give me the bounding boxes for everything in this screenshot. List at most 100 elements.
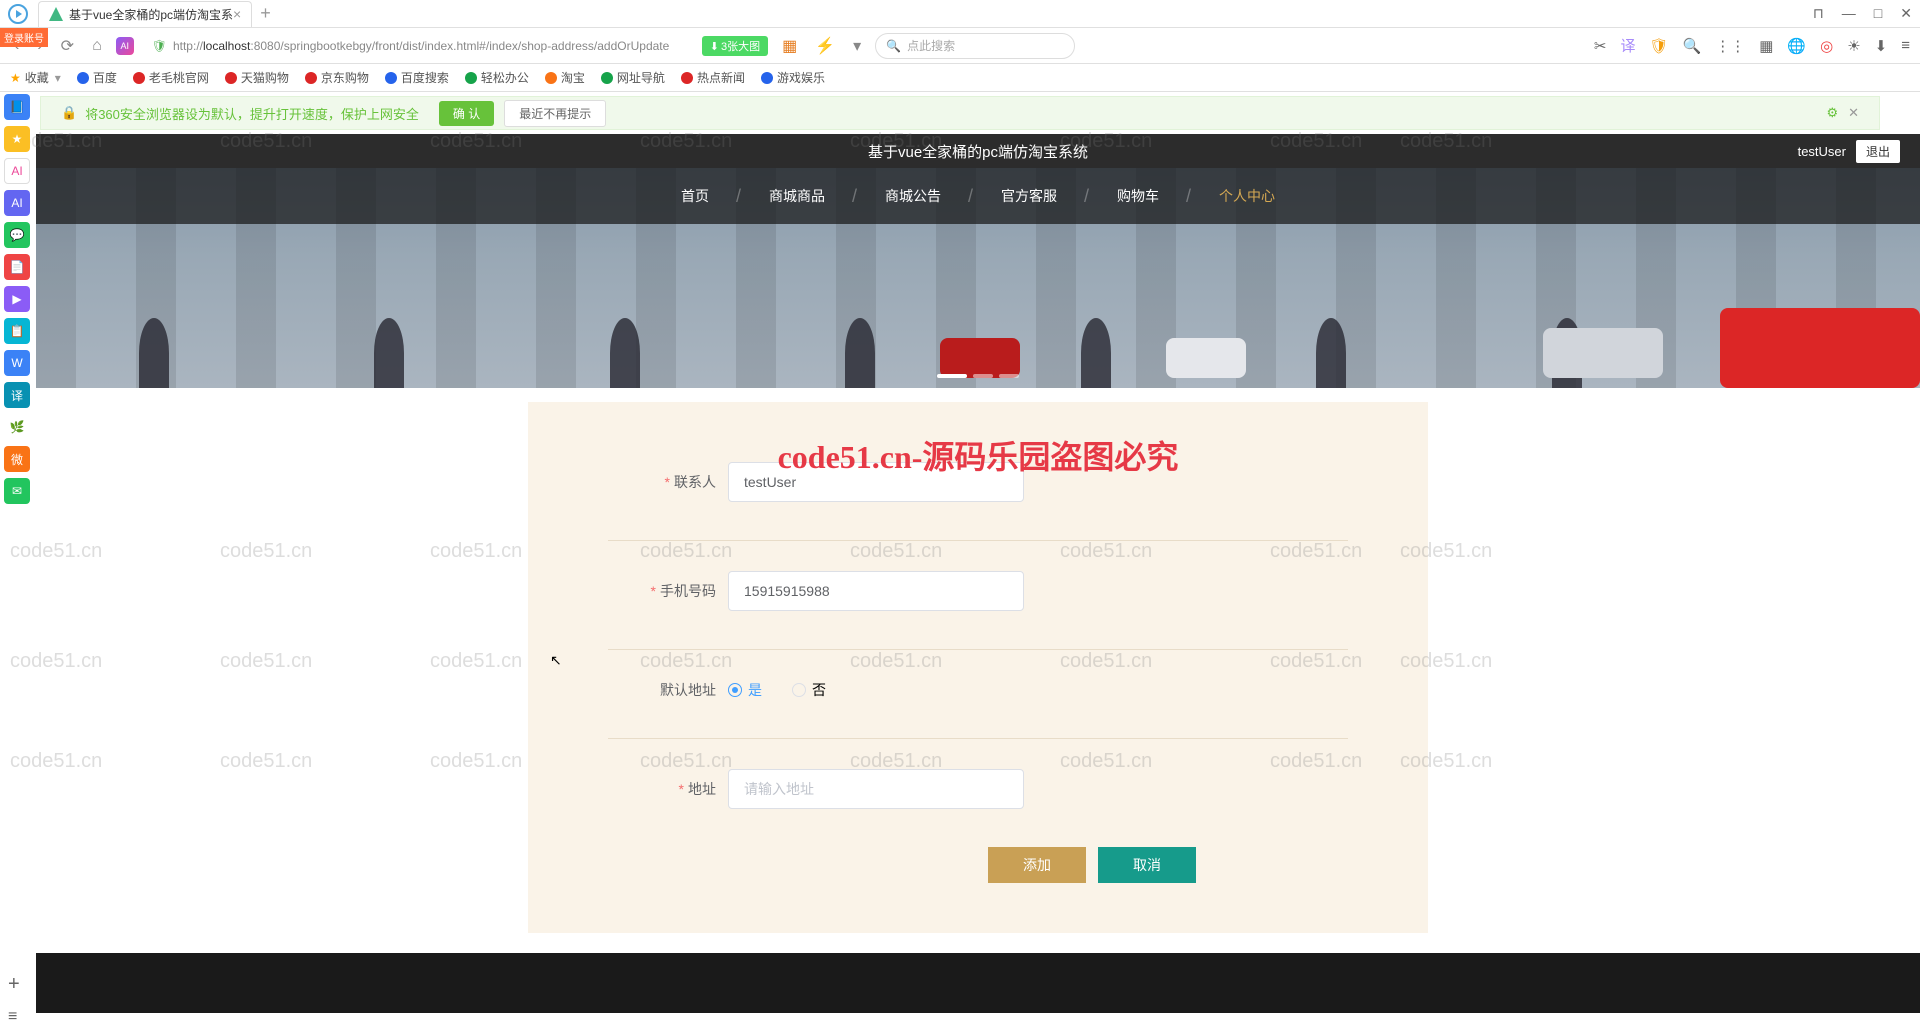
bookmark-baidu[interactable]: 百度	[77, 69, 117, 86]
nav-cart[interactable]: 购物车	[1087, 168, 1189, 224]
site-title: 基于vue全家桶的pc端仿淘宝系统	[868, 141, 1088, 162]
shield-icon[interactable]: 🛡	[1650, 37, 1669, 55]
window-maximize-icon[interactable]: □	[1874, 5, 1882, 22]
username-label: testUser	[1798, 144, 1846, 159]
radio-icon	[728, 683, 742, 697]
notice-text: 将360安全浏览器设为默认，提升打开速度，保护上网安全	[85, 104, 419, 123]
target-icon[interactable]: ◎	[1820, 37, 1833, 55]
sidebar-app-4[interactable]: 📄	[4, 254, 30, 280]
sidebar-ai-2[interactable]: AI	[4, 190, 30, 216]
nav-announcements[interactable]: 商城公告	[855, 168, 971, 224]
browser-tab[interactable]: 基于vue全家桶的pc端仿淘宝系 ×	[38, 1, 252, 27]
notice-later-button[interactable]: 最近不再提示	[504, 100, 606, 127]
image-count-badge[interactable]: ⬇3张大图	[702, 36, 768, 56]
bookmark-tmall[interactable]: 天猫购物	[225, 69, 289, 86]
login-badge[interactable]: 登录账号	[0, 28, 48, 47]
browser-tab-bar: 基于vue全家桶的pc端仿淘宝系 × + ⊓ — □ ✕	[0, 0, 1920, 28]
notice-settings-icon[interactable]: ⚙	[1826, 105, 1838, 121]
new-tab-button[interactable]: +	[260, 3, 271, 24]
sidebar-app-7[interactable]: W	[4, 350, 30, 376]
radio-yes[interactable]: 是	[728, 680, 762, 700]
sidebar-app-1[interactable]: 📘	[4, 94, 30, 120]
sidebar-app-9[interactable]: 🌿	[4, 414, 30, 440]
carousel-dots[interactable]	[937, 374, 1019, 378]
bookmark-laomaotao[interactable]: 老毛桃官网	[133, 69, 209, 86]
sidebar-weibo[interactable]: 微	[4, 446, 30, 472]
notice-close-icon[interactable]: ✕	[1848, 105, 1859, 121]
search-input[interactable]: 🔍 点此搜索	[875, 33, 1075, 59]
sidebar-menu-button[interactable]: ≡	[8, 1008, 17, 1026]
radio-no[interactable]: 否	[792, 680, 826, 700]
tab-close-icon[interactable]: ×	[233, 6, 241, 22]
dropdown-icon[interactable]: ▾	[849, 36, 865, 56]
window-controls: ⊓ — □ ✕	[1813, 5, 1912, 22]
address-form: code51.cn-源码乐园盗图必究 *联系人 *手机号码 默认地址 是 否	[528, 402, 1428, 933]
nav-service[interactable]: 官方客服	[971, 168, 1087, 224]
browser-sidebar: 📘 ★ AI AI 💬 📄 ▶ 📋 W 译 🌿 微 ✉	[0, 90, 34, 508]
carousel-dot-1[interactable]	[937, 374, 967, 378]
bookmarks-bar: ★收藏▾ 百度 老毛桃官网 天猫购物 京东购物 百度搜索 轻松办公 淘宝 网址导…	[0, 64, 1920, 92]
sun-icon[interactable]: ☀	[1847, 37, 1860, 55]
add-button[interactable]: 添加	[988, 847, 1086, 883]
tab-title: 基于vue全家桶的pc端仿淘宝系	[69, 6, 233, 23]
bookmark-nav[interactable]: 网址导航	[601, 69, 665, 86]
toolbar-icon-2[interactable]: ⚡	[811, 36, 839, 56]
toolbar-icon-1[interactable]: ▦	[778, 36, 801, 56]
carousel-dot-2[interactable]	[973, 374, 993, 378]
search-icon: 🔍	[886, 39, 901, 53]
bookmark-taobao[interactable]: 淘宝	[545, 69, 585, 86]
sidebar-ai-1[interactable]: AI	[4, 158, 30, 184]
carousel-dot-3[interactable]	[999, 374, 1019, 378]
phone-input[interactable]	[728, 571, 1024, 611]
notice-lock-icon: 🔒	[61, 105, 77, 121]
bookmark-news[interactable]: 热点新闻	[681, 69, 745, 86]
window-close-icon[interactable]: ✕	[1900, 5, 1912, 22]
window-pin-icon[interactable]: ⊓	[1813, 5, 1824, 22]
watermark-main: code51.cn-源码乐园盗图必究	[778, 432, 1179, 478]
logout-button[interactable]: 退出	[1856, 140, 1900, 163]
puzzle-icon[interactable]: ⋮⋮	[1715, 37, 1745, 55]
cancel-button[interactable]: 取消	[1098, 847, 1196, 883]
sidebar-app-5[interactable]: ▶	[4, 286, 30, 312]
home-button[interactable]: ⌂	[88, 37, 106, 55]
radio-icon	[792, 683, 806, 697]
apps-icon[interactable]: ▦	[1759, 37, 1773, 55]
browser-toolbar: ‹ › ⟳ ⌂ AI 🛡 http://localhost:8080/sprin…	[0, 28, 1920, 64]
page-content: 基于vue全家桶的pc端仿淘宝系统 testUser 退出 首页 商城商品 商城…	[36, 134, 1920, 1013]
lock-icon: 🛡	[152, 39, 167, 53]
favorites-button[interactable]: ★收藏▾	[10, 69, 61, 86]
address-input[interactable]	[728, 769, 1024, 809]
globe-icon[interactable]: 🌐	[1787, 37, 1806, 55]
download-icon[interactable]: ⬇	[1875, 37, 1888, 55]
sidebar-app-8[interactable]: 译	[4, 382, 30, 408]
bookmark-jd[interactable]: 京东购物	[305, 69, 369, 86]
ai-icon[interactable]: AI	[116, 37, 134, 55]
bookmark-games[interactable]: 游戏娱乐	[761, 69, 825, 86]
sidebar-app-6[interactable]: 📋	[4, 318, 30, 344]
vue-icon	[49, 7, 63, 21]
contact-label: *联系人	[608, 472, 728, 492]
bookmark-office[interactable]: 轻松办公	[465, 69, 529, 86]
sidebar-mail[interactable]: ✉	[4, 478, 30, 504]
sidebar-app-2[interactable]: ★	[4, 126, 30, 152]
nav-products[interactable]: 商城商品	[739, 168, 855, 224]
address-label: *地址	[608, 779, 728, 799]
default-address-label: 默认地址	[608, 680, 728, 700]
site-footer	[36, 953, 1920, 1013]
sidebar-app-3[interactable]: 💬	[4, 222, 30, 248]
phone-label: *手机号码	[608, 581, 728, 601]
notice-confirm-button[interactable]: 确 认	[439, 101, 494, 126]
address-bar[interactable]: 🛡 http://localhost:8080/springbootkebgy/…	[144, 33, 684, 59]
sidebar-add-button[interactable]: +	[8, 973, 20, 996]
reload-button[interactable]: ⟳	[57, 36, 78, 56]
nav-home[interactable]: 首页	[651, 168, 739, 224]
bookmark-baidu-search[interactable]: 百度搜索	[385, 69, 449, 86]
zoom-icon[interactable]: 🔍	[1683, 37, 1702, 55]
default-browser-notice: 🔒 将360安全浏览器设为默认，提升打开速度，保护上网安全 确 认 最近不再提示…	[40, 96, 1880, 130]
scissors-icon[interactable]: ✂	[1594, 37, 1607, 55]
menu-icon[interactable]: ≡	[1901, 37, 1910, 54]
translate-icon[interactable]: 译	[1620, 35, 1635, 56]
window-minimize-icon[interactable]: —	[1842, 5, 1856, 22]
url-text: http://localhost:8080/springbootkebgy/fr…	[173, 39, 669, 53]
nav-profile[interactable]: 个人中心	[1189, 168, 1305, 224]
